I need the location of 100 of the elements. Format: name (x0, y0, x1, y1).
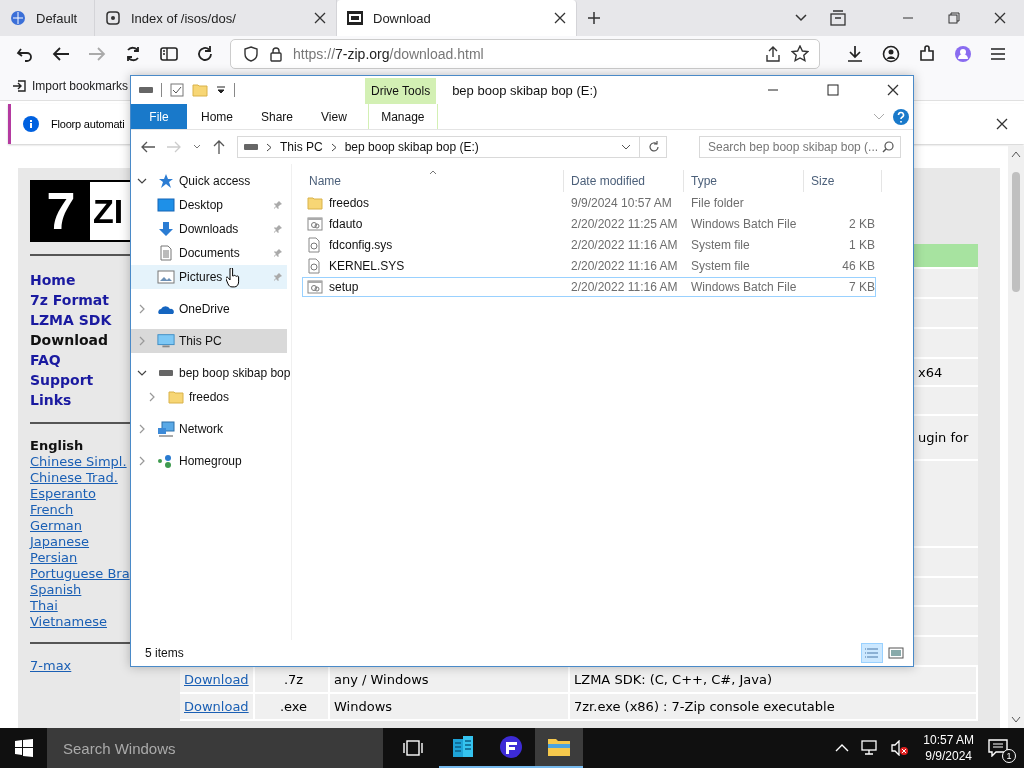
scroll-up-icon[interactable] (1011, 150, 1021, 158)
maximize-icon[interactable] (827, 84, 839, 96)
lock-icon[interactable] (269, 46, 283, 62)
clock-date[interactable]: 9/9/2024 (925, 748, 972, 764)
profile-icon[interactable] (954, 45, 972, 63)
size-cell: 46 KB (842, 259, 875, 273)
share-icon[interactable] (765, 46, 781, 62)
download-link[interactable]: Download (184, 672, 249, 687)
file-row[interactable]: fdconfig.sys 2/20/2022 11:16 AM System file 1 KB (302, 235, 876, 255)
language-link[interactable]: Chinese Simpl. (30, 454, 127, 470)
ribbon-tab[interactable]: View (307, 104, 361, 129)
shield-icon[interactable] (243, 46, 259, 62)
address-bar[interactable]: This PC bep boop skibap bop (E:) (237, 136, 667, 158)
menu-icon[interactable] (990, 47, 1006, 61)
star-icon[interactable] (791, 45, 809, 63)
help-icon[interactable] (893, 108, 909, 125)
nav-link[interactable]: Home (30, 270, 76, 290)
back-arrow-icon[interactable] (52, 46, 70, 62)
import-bookmarks-link[interactable]: Import bookmarks (12, 79, 129, 93)
nav-link[interactable]: Links (30, 390, 72, 410)
nav-item[interactable]: OneDrive (131, 297, 287, 321)
dropdown-icon[interactable] (216, 85, 226, 95)
windows-logo-icon[interactable] (15, 739, 33, 757)
nav-item[interactable]: Documents (131, 241, 287, 265)
search-field[interactable]: Search Windows (47, 728, 383, 768)
chevron-right-icon[interactable] (266, 142, 272, 152)
undo-icon[interactable] (16, 46, 34, 62)
properties-icon[interactable] (170, 83, 184, 97)
file-row[interactable]: freedos 9/9/2024 10:57 AM File folder (302, 193, 876, 213)
nav-link[interactable]: FAQ (30, 350, 61, 370)
nav-item[interactable]: freedos (131, 385, 287, 409)
restore-icon[interactable] (948, 12, 960, 24)
sidebar-icon[interactable] (160, 46, 178, 62)
chevron-right-icon[interactable] (330, 142, 337, 152)
puzzle-icon[interactable] (918, 45, 936, 63)
scroll-thumb[interactable] (1012, 172, 1020, 292)
ribbon-tab[interactable]: Share (247, 104, 308, 129)
chevron-down-icon[interactable] (137, 368, 147, 378)
language-link[interactable]: Spanish (30, 582, 82, 598)
ribbon-tab[interactable]: File (131, 104, 187, 129)
language-link[interactable]: Chinese Trad. (30, 470, 118, 486)
refresh-icon[interactable] (648, 141, 660, 153)
notification-count: 1 (1002, 749, 1016, 763)
column-header[interactable]: Type (684, 170, 804, 192)
sync-icon[interactable] (124, 45, 142, 63)
language-link[interactable]: Portuguese Bra (30, 566, 130, 582)
language-link[interactable]: English (30, 438, 84, 454)
reload-icon[interactable] (196, 45, 214, 63)
up-arrow-icon[interactable] (213, 140, 225, 154)
nav-link[interactable]: LZMA SDK (30, 310, 112, 330)
language-link[interactable]: German (30, 518, 83, 534)
search-field[interactable]: Search bep boop skibap bop (... (699, 136, 901, 158)
max-link[interactable]: 7-max (30, 658, 72, 674)
language-link[interactable]: Esperanto (30, 486, 96, 502)
breadcrumb-item[interactable]: This PC (280, 140, 323, 154)
muted-speaker-icon[interactable] (891, 740, 910, 756)
file-row[interactable]: fdauto 2/20/2022 11:25 AM Windows Batch File 2 KB (302, 214, 876, 234)
language-link[interactable]: Persian (30, 550, 78, 566)
nav-link[interactable]: Download (30, 330, 109, 350)
close-icon[interactable] (314, 12, 326, 24)
scroll-down-icon[interactable] (1011, 716, 1021, 724)
column-header[interactable]: Size (804, 170, 882, 192)
nav-item[interactable]: Homegroup (131, 449, 287, 473)
recent-dropdown-icon[interactable] (193, 144, 201, 150)
ribbon-tab[interactable]: Home (187, 104, 247, 129)
tab-manager-icon[interactable] (830, 10, 846, 26)
language-link[interactable]: French (30, 502, 74, 518)
account-icon[interactable] (882, 45, 900, 63)
address-field[interactable]: https://7-zip.org/download.html (230, 39, 820, 69)
close-icon[interactable] (887, 84, 899, 96)
close-icon[interactable] (996, 118, 1008, 130)
nav-item[interactable]: Pictures (131, 265, 287, 289)
browser-tab[interactable]: Download (337, 0, 577, 36)
column-header[interactable]: Name (302, 170, 564, 192)
nav-item[interactable]: Network (131, 417, 287, 441)
chevron-down-icon[interactable] (621, 144, 631, 150)
clock-time[interactable]: 10:57 AM (923, 732, 974, 748)
file-row[interactable]: KERNEL.SYS 2/20/2022 11:16 AM System file 46 KB (302, 256, 876, 276)
language-link[interactable]: Vietnamese (30, 614, 107, 630)
nav-link[interactable]: 7z Format (30, 290, 109, 310)
breadcrumb-item[interactable]: bep boop skibap bop (E:) (344, 140, 479, 154)
new-tab-icon[interactable] (587, 11, 601, 25)
language-link[interactable]: Thai (30, 598, 58, 614)
download-icon[interactable] (846, 45, 864, 63)
network-icon[interactable] (861, 740, 880, 756)
file-row[interactable]: setup 2/20/2022 11:16 AM Windows Batch File 7 KB (302, 277, 876, 297)
language-link[interactable]: Japanese (30, 534, 90, 550)
chevron-up-icon[interactable] (835, 743, 850, 753)
nav-link[interactable]: Support (30, 370, 94, 390)
ribbon-tab[interactable]: Manage (367, 104, 438, 129)
scrollbar[interactable] (1008, 146, 1024, 728)
nav-item[interactable]: This PC (131, 329, 287, 353)
close-icon[interactable] (994, 12, 1006, 24)
column-header[interactable]: Date modified (564, 170, 684, 192)
task-view-icon[interactable] (403, 740, 423, 756)
taskbar-app[interactable] (535, 728, 583, 768)
back-arrow-icon[interactable] (141, 141, 155, 153)
chevron-down-icon[interactable] (137, 176, 147, 186)
close-icon[interactable] (554, 12, 566, 24)
download-link[interactable]: Download (184, 699, 249, 714)
